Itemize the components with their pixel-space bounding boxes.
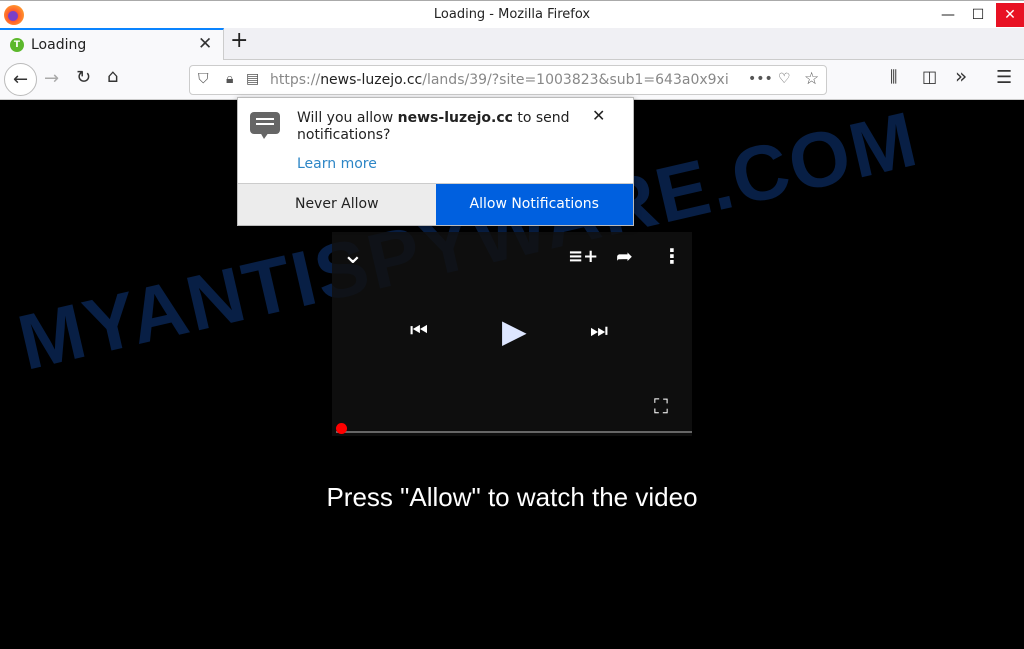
allow-notifications-button[interactable]: Allow Notifications — [435, 184, 633, 225]
menu-icon[interactable]: ☰ — [996, 67, 1012, 88]
more-options-icon[interactable]: ⋮ — [662, 244, 682, 268]
never-allow-button[interactable]: Never Allow — [238, 184, 436, 225]
bookmark-star-icon[interactable]: ☆ — [804, 69, 819, 89]
tab-label: Loading — [31, 37, 87, 53]
notification-permission-popup: Will you allow news-luzejo.cc to send no… — [237, 97, 634, 226]
learn-more-link[interactable]: Learn more — [297, 156, 377, 172]
reload-button[interactable]: ↻ — [76, 67, 91, 88]
fullscreen-icon[interactable]: ⛶ — [654, 394, 668, 418]
add-to-queue-icon[interactable]: ≡+ — [568, 246, 598, 267]
notification-permission-icon[interactable]: ▤ — [246, 71, 259, 87]
title-bar: Loading - Mozilla Firefox — ☐ ✕ — [0, 0, 1024, 28]
favicon-icon: T — [10, 38, 24, 52]
back-button[interactable]: ← — [4, 63, 37, 96]
lock-icon[interactable]: 🔒︎ — [226, 71, 233, 87]
nav-bar: ← → ↻ ⌂ ⛉ 🔒︎ ▤ https://news-luzejo.cc/la… — [0, 60, 1024, 100]
pocket-icon[interactable]: ♡ — [778, 71, 791, 87]
home-button[interactable]: ⌂ — [107, 66, 118, 87]
forward-button[interactable]: → — [44, 68, 59, 89]
call-to-action-text: Press "Allow" to watch the video — [326, 482, 698, 512]
maximize-button[interactable]: ☐ — [964, 3, 992, 27]
sidebar-icon[interactable]: ◫ — [922, 67, 937, 86]
tab-strip: T Loading ✕ + — [0, 28, 1024, 60]
collapse-icon[interactable]: ⌄ — [342, 240, 364, 270]
progress-bar[interactable] — [336, 423, 692, 434]
close-window-button[interactable]: ✕ — [996, 3, 1024, 27]
minimize-button[interactable]: — — [934, 3, 962, 27]
popup-close-icon[interactable]: ✕ — [592, 106, 605, 125]
new-tab-button[interactable]: + — [230, 28, 248, 53]
tab-close-icon[interactable]: ✕ — [198, 34, 212, 54]
previous-icon[interactable]: ⏮ — [410, 318, 428, 342]
next-icon[interactable]: ⏭ — [590, 318, 608, 342]
play-icon[interactable]: ▶ — [502, 312, 527, 350]
window-title: Loading - Mozilla Firefox — [433, 7, 591, 22]
popup-message: Will you allow news-luzejo.cc to send no… — [297, 110, 570, 143]
notification-bubble-icon — [250, 112, 280, 139]
share-icon[interactable]: ➦ — [616, 244, 633, 268]
url-text[interactable]: https://news-luzejo.cc/lands/39/?site=10… — [270, 72, 740, 88]
page-actions-icon[interactable]: ••• — [748, 71, 773, 87]
overflow-icon[interactable]: » — [955, 64, 967, 88]
progress-handle[interactable] — [336, 423, 347, 434]
url-bar[interactable]: ⛉ 🔒︎ ▤ https://news-luzejo.cc/lands/39/?… — [189, 65, 827, 95]
library-icon[interactable]: ⫼ — [890, 67, 897, 87]
shield-icon[interactable]: ⛉ — [198, 71, 209, 87]
tab-loading[interactable]: T Loading ✕ — [0, 28, 224, 60]
video-player[interactable]: ⌄ ≡+ ➦ ⋮ ⏮ ▶ ⏭ ⛶ — [332, 232, 692, 436]
